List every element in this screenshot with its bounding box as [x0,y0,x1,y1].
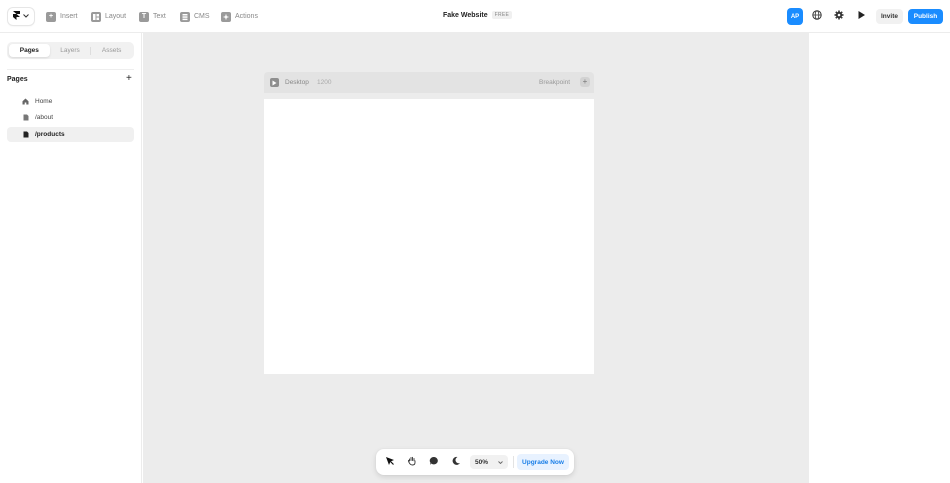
play-icon[interactable] [270,78,279,87]
hand-icon [407,456,417,468]
preview-button[interactable] [854,9,868,23]
invite-button[interactable]: Invite [876,9,903,24]
text-label: Text [153,13,166,20]
layout-button[interactable]: Layout [91,10,126,23]
sparkle-icon [221,11,231,22]
insert-label: Insert [60,13,78,20]
panel-divider [7,69,134,70]
page-label: /about [35,114,54,121]
tab-assets[interactable]: Assets [91,44,132,57]
tab-pages[interactable]: Pages [9,44,50,57]
panel-tabs: Pages Layers Assets [7,42,134,59]
text-icon: T [139,11,149,22]
dark-mode-icon [451,456,461,468]
file-icon [22,114,29,121]
breakpoint-label[interactable]: Breakpoint [539,79,570,86]
globe-icon [812,10,822,22]
chevron-down-icon [498,459,503,466]
comment-tool-button[interactable] [427,455,441,469]
layout-icon [91,11,101,22]
pages-heading: Pages [7,76,28,83]
page-item-about[interactable]: /about [7,110,134,125]
play-icon [857,10,866,22]
select-arrow-icon [385,456,395,468]
add-page-button[interactable]: + [126,74,132,84]
page-item-products[interactable]: /products [7,127,134,142]
publish-button[interactable]: Publish [908,9,943,24]
cms-label: CMS [194,13,210,20]
frame-header[interactable]: Desktop 1200 Breakpoint + [264,72,594,93]
project-title-group[interactable]: Fake Website FREE [443,11,513,19]
zoom-select[interactable]: 50% [470,455,508,469]
right-panel [808,33,950,483]
globe-button[interactable] [810,9,824,23]
gear-icon [834,10,844,22]
desktop-frame[interactable] [264,99,594,374]
upgrade-now-button[interactable]: Upgrade Now [517,454,569,470]
add-breakpoint-button[interactable]: + [580,77,590,87]
comment-icon [429,456,439,468]
toolbar-divider [513,456,514,468]
user-avatar[interactable]: AP [787,8,803,25]
cms-button[interactable]: CMS [180,10,210,23]
framer-logo-icon [13,11,20,22]
page-label: Home [35,98,53,105]
top-toolbar: + Insert Layout T Text CMS Actions Fake … [0,0,950,33]
select-tool-button[interactable] [383,455,397,469]
project-title: Fake Website [443,11,488,19]
tab-layers[interactable]: Layers [50,44,91,57]
database-icon [180,11,190,22]
plus-square-icon: + [46,11,56,22]
actions-button[interactable]: Actions [221,10,258,23]
plan-badge: FREE [491,11,513,19]
zoom-value: 50% [475,458,489,466]
bottom-toolbar: 50% Upgrade Now [376,449,574,475]
frame-label: Desktop [285,79,309,86]
hand-tool-button[interactable] [405,455,419,469]
layout-label: Layout [105,13,127,20]
chevron-down-icon [23,13,29,20]
page-item-home[interactable]: Home [7,94,134,109]
file-icon [22,131,29,138]
insert-button[interactable]: + Insert [46,10,78,23]
left-panel: Pages Layers Assets Pages + Home /about … [0,33,142,483]
text-button[interactable]: T Text [139,10,166,23]
framer-menu-button[interactable] [8,8,34,25]
frame-width: 1200 [317,79,332,86]
settings-button[interactable] [832,9,846,23]
page-label: /products [35,131,65,138]
theme-toggle-button[interactable] [449,455,463,469]
home-icon [22,98,29,105]
actions-label: Actions [235,13,258,20]
